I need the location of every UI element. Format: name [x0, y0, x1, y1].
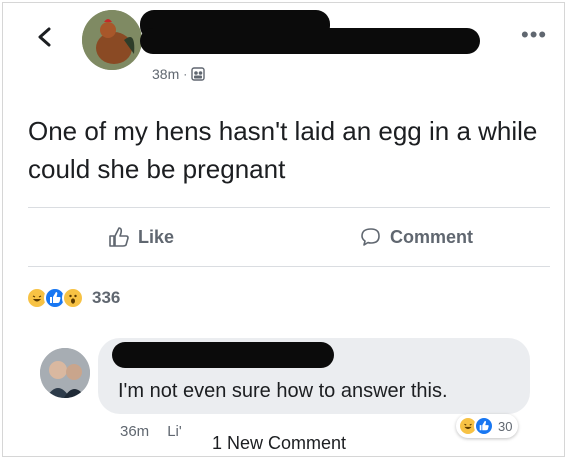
poster-avatar[interactable]: [82, 10, 142, 70]
comment-like-link[interactable]: Li': [167, 423, 182, 440]
wow-icon: [62, 287, 84, 309]
like-icon: [474, 416, 494, 436]
meta-separator: ·: [183, 67, 188, 81]
thumbs-up-icon: [109, 227, 129, 247]
like-label: Like: [138, 226, 175, 247]
post-text: One of my hens hasn't laid an egg in a w…: [28, 116, 538, 184]
back-arrow-icon[interactable]: [34, 26, 56, 48]
commenter-photo-icon: [40, 348, 90, 398]
comment-reaction-count: 30: [498, 418, 513, 434]
comment-button[interactable]: Comment: [360, 226, 473, 248]
comment-time: 36m: [120, 423, 150, 440]
like-button[interactable]: Like: [108, 226, 174, 248]
comment-reactions[interactable]: 30: [456, 414, 519, 438]
reaction-count: 336: [92, 288, 121, 307]
commenter-avatar[interactable]: [40, 348, 90, 398]
post-reactions[interactable]: 336: [26, 287, 120, 309]
more-options-icon[interactable]: •••: [521, 24, 547, 46]
comment-meta: 36m Li': [120, 423, 182, 440]
comment-text: I'm not even sure how to answer this.: [118, 380, 448, 402]
redacted-commenter-name: [112, 342, 334, 368]
post-meta: 38m ·: [152, 66, 205, 82]
new-comment-notice[interactable]: 1 New Comment: [212, 433, 346, 454]
actions-top-divider: [28, 207, 550, 208]
friends-group-icon: [191, 67, 205, 81]
comment-label: Comment: [390, 226, 474, 247]
redacted-name-bar: [140, 28, 480, 54]
actions-bottom-divider: [28, 266, 550, 267]
rooster-photo-icon: [82, 10, 142, 70]
comment-bubble-icon: [361, 228, 380, 246]
post-time: 38m: [152, 66, 180, 82]
